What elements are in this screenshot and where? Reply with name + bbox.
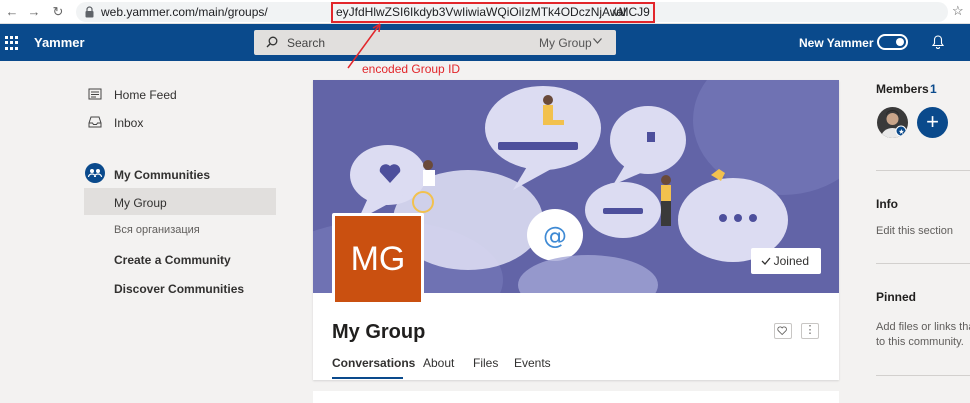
pinned-text-line1: Add files or links tha [876,321,970,333]
group-header-card: @ MG Joined My Group ⋮ Conversations Abo… [313,80,839,380]
inbox-icon [88,116,102,128]
bookmark-star-icon[interactable]: ☆ [952,3,964,19]
nav-community-my-group[interactable]: My Group [114,196,167,210]
info-heading: Info [876,197,898,211]
tab-about[interactable]: About [423,356,454,370]
search-scope-dropdown[interactable]: My Group [539,36,592,50]
nav-selected-highlight [84,188,276,215]
group-name-title: My Group [332,321,426,343]
joined-button[interactable]: Joined [751,248,821,274]
tab-files[interactable]: Files [473,356,498,370]
address-bar[interactable]: web.yammer.com/main/groups/ eyJfdHlwZSI6… [76,2,948,23]
nav-community-all-company[interactable]: Вся организация [114,224,200,236]
nav-my-communities[interactable]: My Communities [114,168,210,182]
group-avatar: MG [332,213,424,305]
search-input[interactable]: Search [287,36,325,50]
members-heading: Members [876,82,929,96]
info-edit-link[interactable]: Edit this section [876,224,953,239]
more-options-icon[interactable]: ⋮ [801,323,819,339]
forward-icon[interactable]: → [26,4,42,20]
next-card-edge [313,391,839,403]
svg-text:★: ★ [898,128,904,136]
checkmark-icon [761,257,771,265]
joined-label: Joined [773,254,809,268]
home-feed-icon [88,88,102,100]
members-count[interactable]: 1 [930,82,937,96]
pinned-heading: Pinned [876,290,917,304]
nav-create-community[interactable]: Create a Community [114,253,231,267]
app-launcher-icon[interactable] [5,36,19,50]
brand-title[interactable]: Yammer [34,35,85,50]
tab-events[interactable]: Events [514,356,551,370]
pinned-text-line2: to this community. [876,336,964,348]
tab-conversations[interactable]: Conversations [332,356,415,370]
divider [876,263,970,264]
yammer-header: Yammer Search My Group New Yammer [0,24,970,61]
lock-icon [85,6,94,18]
nav-home-feed[interactable]: Home Feed [114,88,177,102]
back-icon[interactable]: ← [4,4,20,20]
new-yammer-toggle[interactable] [877,34,908,50]
search-icon [266,36,278,48]
notification-bell-icon[interactable] [932,35,944,49]
svg-text:@: @ [543,222,567,250]
add-member-button[interactable]: + [917,107,948,138]
divider [876,375,970,376]
new-yammer-label: New Yammer [799,36,874,50]
search-box[interactable]: Search My Group [254,30,616,55]
chevron-down-icon[interactable] [593,38,602,44]
url-host: web.yammer.com/main/groups/ [101,5,268,19]
avatar[interactable]: ★ [877,107,908,138]
url-tail: /all [613,5,629,19]
divider [876,170,970,171]
communities-icon [85,163,105,183]
browser-chrome: ← → ↻ web.yammer.com/main/groups/ eyJfdH… [0,0,970,24]
nav-discover-communities[interactable]: Discover Communities [114,282,244,296]
annotation-text: encoded Group ID [362,62,461,76]
reload-icon[interactable]: ↻ [50,4,66,20]
active-tab-indicator [332,377,403,379]
favorite-heart-icon[interactable] [774,323,792,339]
nav-inbox[interactable]: Inbox [114,116,143,130]
